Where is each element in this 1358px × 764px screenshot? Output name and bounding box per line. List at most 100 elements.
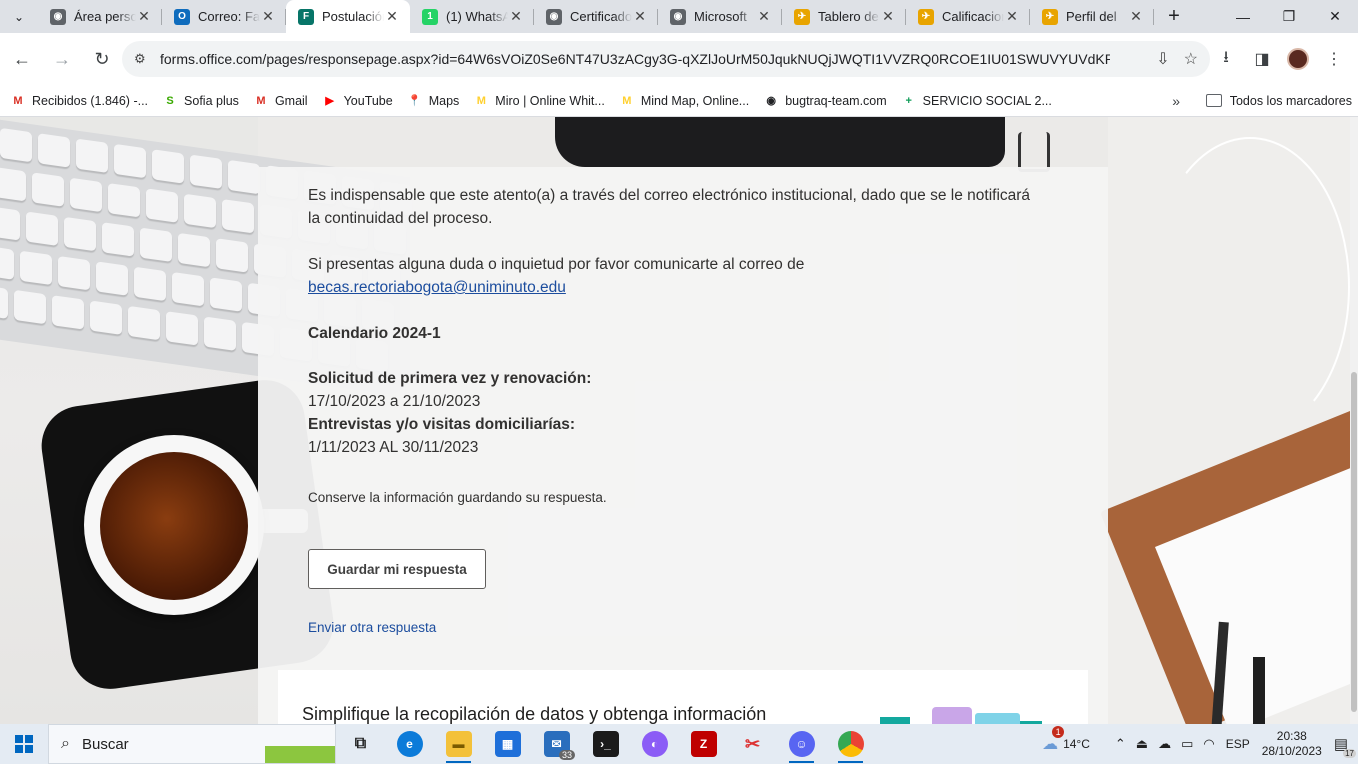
store-icon[interactable]: ▦ — [483, 724, 532, 764]
back-icon[interactable]: ← — [4, 41, 40, 77]
tab-title: Postulación — [322, 9, 384, 24]
keyboard-key — [152, 149, 184, 184]
keyboard-key — [108, 182, 140, 218]
battery-icon[interactable]: ▭ — [1181, 736, 1193, 752]
close-tab-icon[interactable]: ✕ — [384, 8, 400, 25]
tab-8[interactable]: ✈ Perfil del ✕ — [1030, 0, 1154, 33]
bookmark-6[interactable]: M Mind Map, Online... — [619, 93, 749, 109]
email-link[interactable]: becas.rectoriabogota@uniminuto.edu — [308, 279, 566, 296]
tab-title: Microsoft — [694, 9, 747, 24]
bookmark-1[interactable]: S Sofia plus — [162, 93, 239, 109]
close-tab-icon[interactable]: ✕ — [260, 8, 276, 25]
uniminuto-icon: ✈ — [918, 8, 934, 25]
language-indicator[interactable]: ESP — [1226, 737, 1250, 751]
wifi-icon[interactable]: ◠ — [1203, 736, 1214, 752]
onedrive-icon[interactable]: ☁ — [1158, 736, 1171, 752]
bookmark-7[interactable]: ◉ bugtraq-team.com — [763, 93, 886, 109]
contact-line: Si presentas alguna duda o inquietud por… — [308, 256, 805, 273]
reload-icon[interactable]: ↻ — [84, 41, 120, 77]
tab-search-button[interactable]: ⌄ — [0, 0, 38, 33]
snipping-tool-icon[interactable]: ✂ — [728, 724, 777, 764]
close-tab-icon[interactable]: ✕ — [1004, 8, 1020, 25]
scrollbar-thumb[interactable] — [1351, 372, 1357, 712]
keyboard-key — [204, 316, 236, 351]
start-button[interactable] — [0, 724, 48, 764]
brave-icon[interactable]: ◐ — [630, 724, 679, 764]
mail-icon[interactable]: ✉ 33 — [532, 724, 581, 764]
bookmark-8[interactable]: + SERVICIO SOCIAL 2... — [901, 93, 1051, 109]
site-info-icon[interactable]: ⚙ — [134, 51, 152, 67]
side-panel-icon[interactable]: ◨ — [1250, 43, 1274, 75]
page-scrollbar[interactable] — [1350, 117, 1358, 724]
filezilla-icon[interactable]: Z — [679, 724, 728, 764]
tab-0[interactable]: ◉ Área personal✕ — [38, 0, 162, 33]
keyboard-key — [102, 222, 134, 257]
calendar-details: Solicitud de primera vez y renovación: 1… — [308, 367, 591, 459]
all-bookmarks-button[interactable]: Todos los marcadores — [1205, 94, 1352, 108]
clock[interactable]: 20:38 28/10/2023 — [1262, 729, 1322, 759]
profile-avatar[interactable] — [1286, 43, 1310, 75]
tab-2[interactable]: F Postulación ✕ — [286, 0, 410, 33]
new-tab-button[interactable]: + — [1154, 0, 1194, 33]
bookmark-2[interactable]: M Gmail — [253, 93, 307, 109]
tab-5[interactable]: ◉ Microsoft ✕ — [658, 0, 782, 33]
bookmark-label: YouTube — [343, 93, 393, 108]
window-controls: — ❐ ✕ — [1220, 0, 1358, 33]
more-bookmarks-icon[interactable]: » — [1172, 93, 1180, 109]
bookmark-star-icon[interactable]: ☆ — [1184, 49, 1198, 69]
usb-icon[interactable]: ⏏ — [1136, 736, 1148, 752]
tab-7[interactable]: ✈ Calificaciones✕ — [906, 0, 1030, 33]
keyboard-key — [134, 266, 166, 302]
conserve-text: Conserve la información guardando su res… — [308, 490, 607, 505]
menu-icon[interactable]: ⋮ — [1322, 43, 1346, 75]
notebook-image — [555, 117, 1005, 167]
tab-title: (1) WhatsApp — [446, 9, 508, 24]
tab-3[interactable]: 1 (1) WhatsApp✕ — [410, 0, 534, 33]
close-tab-icon[interactable]: ✕ — [1128, 8, 1144, 25]
file-explorer-icon[interactable]: ▬ — [434, 724, 483, 764]
terminal-icon[interactable]: ›_ — [581, 724, 630, 764]
close-window-icon[interactable]: ✕ — [1312, 0, 1358, 33]
tab-4[interactable]: ◉ Certificados ✕ — [534, 0, 658, 33]
save-response-button[interactable]: Guardar mi respuesta — [308, 549, 486, 589]
gmail-icon: M — [256, 94, 266, 107]
weather-temp[interactable]: 14°C — [1063, 737, 1090, 751]
close-tab-icon[interactable]: ✕ — [756, 8, 772, 25]
bookmark-4[interactable]: 📍 Maps — [407, 93, 459, 109]
close-tab-icon[interactable]: ✕ — [632, 8, 648, 25]
taskbar-search[interactable]: ⌕ Buscar — [48, 724, 336, 764]
bookmark-3[interactable]: ▶ YouTube — [322, 93, 393, 109]
bookmark-5[interactable]: M Miro | Online Whit... — [473, 93, 605, 109]
close-tab-icon[interactable]: ✕ — [880, 8, 896, 25]
chevron-up-icon[interactable]: ⌃ — [1115, 736, 1126, 752]
install-app-icon[interactable]: ⇩ — [1156, 49, 1169, 69]
chrome-icon[interactable] — [826, 724, 875, 764]
keyboard-key — [20, 250, 52, 286]
binder-clip-image — [1018, 132, 1050, 172]
discord-icon[interactable]: ☺ — [777, 724, 826, 764]
keyboard-key — [140, 227, 172, 262]
restore-icon[interactable]: ❐ — [1266, 0, 1312, 33]
tab-6[interactable]: ✈ Tablero de ✕ — [782, 0, 906, 33]
earphone-cable-image — [1150, 137, 1350, 437]
notifications-icon[interactable]: ▤ 17 — [1334, 735, 1356, 758]
edge-icon[interactable]: e — [385, 724, 434, 764]
url-text[interactable]: forms.office.com/pages/responsepage.aspx… — [160, 51, 1110, 67]
tab-title: Área personal — [74, 9, 136, 24]
weather-icon[interactable]: ☁ 1 — [1042, 726, 1065, 754]
close-tab-icon[interactable]: ✕ — [508, 8, 524, 25]
send-another-response-link[interactable]: Enviar otra respuesta — [308, 620, 436, 635]
forward-icon[interactable]: → — [44, 41, 80, 77]
keyboard-key — [190, 154, 222, 190]
tab-1[interactable]: O Correo: Fabio✕ — [162, 0, 286, 33]
keyboard-key — [146, 188, 178, 223]
contact-text: Si presentas alguna duda o inquietud por… — [308, 253, 804, 299]
address-bar[interactable]: ⚙ forms.office.com/pages/responsepage.as… — [122, 41, 1210, 77]
keyboard-key — [172, 271, 204, 307]
task-view-icon[interactable]: ⧉ — [336, 724, 385, 764]
bookmark-0[interactable]: M Recibidos (1.846) -... — [10, 93, 148, 109]
minimize-icon[interactable]: — — [1220, 0, 1266, 33]
uniminuto-icon: ✈ — [1042, 8, 1058, 25]
download-icon[interactable]: ⭳ — [1214, 43, 1238, 75]
close-tab-icon[interactable]: ✕ — [136, 8, 152, 25]
